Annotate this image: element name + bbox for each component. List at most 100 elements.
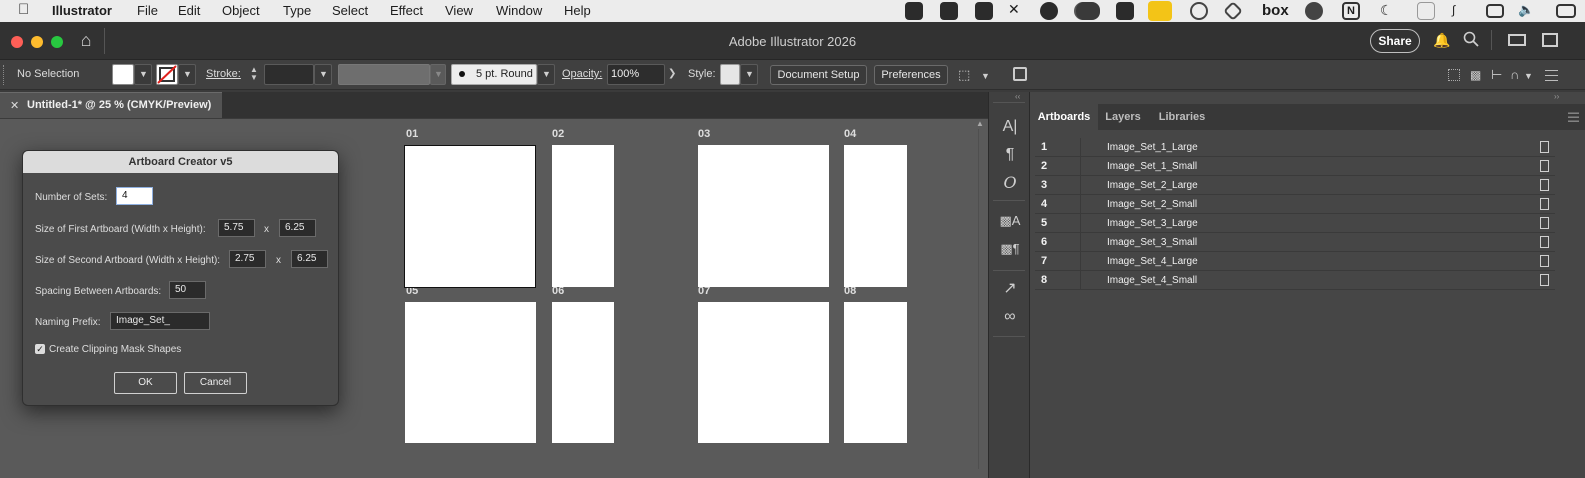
battery-icon[interactable] [1556,4,1576,18]
paragraph-styles-icon[interactable]: ▩¶ [999,238,1021,260]
second-width-input[interactable]: 2.75 [229,250,266,268]
bell-icon[interactable]: 🔔 [1433,32,1450,49]
style-dropdown[interactable]: ▼ [740,64,758,85]
menu-select[interactable]: Select [332,3,368,18]
highlighted-tray-icon[interactable] [1148,1,1172,21]
transform-icon[interactable]: ▩ [1470,68,1481,82]
stroke-weight-input[interactable] [264,64,314,85]
apple-icon[interactable]:  [18,1,29,18]
opacity-arrow-icon[interactable]: ❯ [668,68,676,79]
artboard-options-icon[interactable] [1540,160,1549,172]
stroke-stepper[interactable]: ▲ ▼ [250,66,258,82]
panel-menu-icon[interactable]: ― ― ― [1568,108,1579,127]
brush-dropdown[interactable]: ▼ [537,64,555,85]
artboard-options-icon[interactable] [1540,141,1549,153]
ok-button[interactable]: OK [114,372,177,394]
cancel-button[interactable]: Cancel [184,372,247,394]
cloud-icon[interactable] [1076,2,1100,20]
menu-window[interactable]: Window [496,3,542,18]
rings-icon[interactable] [1190,2,1208,20]
menu-type[interactable]: Type [283,3,311,18]
figma-icon[interactable] [940,2,958,20]
record-icon[interactable] [1305,2,1323,20]
list-item[interactable]: 3 Image_Set_2_Large [1035,176,1555,195]
grammarly-icon[interactable] [1116,2,1134,20]
artboard[interactable] [404,145,536,288]
preferences-button[interactable]: Preferences [874,65,948,85]
stroke-label[interactable]: Stroke: [206,68,241,80]
artboard-options-icon[interactable] [1540,255,1549,267]
artboard-options-icon[interactable] [1540,179,1549,191]
fill-dropdown[interactable]: ▼ [134,64,152,85]
menu-object[interactable]: Object [222,3,260,18]
menu-effect[interactable]: Effect [390,3,423,18]
collapse-icon[interactable]: ‹‹ [1015,92,1020,101]
artboard[interactable] [698,302,829,443]
drive-icon[interactable] [975,2,993,20]
magnet-icon[interactable]: ∩ [1510,67,1519,82]
artboard[interactable] [552,145,614,287]
first-height-input[interactable]: 6.25 [279,219,316,237]
style-swatch[interactable] [720,64,740,85]
quick-actions-dropdown-icon[interactable]: ▼ [981,71,990,81]
artboard-options-icon[interactable] [1540,217,1549,229]
artboard-options-icon[interactable] [1540,236,1549,248]
artboard[interactable] [844,145,907,287]
naming-prefix-input[interactable]: Image_Set_ [110,312,210,330]
list-item[interactable]: 2 Image_Set_1_Small [1035,157,1555,176]
opacity-input[interactable]: 100% [607,64,665,85]
grip-icon[interactable] [3,65,6,85]
menu-icon[interactable]: ― ― ― [1545,63,1558,86]
export-icon[interactable] [1013,67,1027,81]
panel-toggle-icon[interactable] [1542,33,1558,47]
window-icon[interactable] [1417,2,1435,20]
tab-artboards[interactable]: Artboards [1030,104,1098,130]
list-item[interactable]: 4 Image_Set_2_Small [1035,195,1555,214]
artboard[interactable] [552,302,614,443]
quick-actions-icon[interactable]: ⬚ [958,67,970,83]
fill-swatch[interactable] [112,64,134,85]
document-setup-button[interactable]: Document Setup [770,65,867,85]
snap-dropdown-icon[interactable]: ▼ [1524,71,1533,81]
second-height-input[interactable]: 6.25 [291,250,328,268]
menu-app-name[interactable]: Illustrator [52,3,112,18]
menu-view[interactable]: View [445,3,473,18]
snap-icon[interactable]: ⊢ [1491,67,1502,83]
workspace-icon[interactable] [1508,34,1526,46]
first-width-input[interactable]: 5.75 [218,219,255,237]
stroke-weight-dropdown[interactable]: ▼ [314,64,332,85]
links-icon[interactable]: ∞ [999,306,1021,328]
menu-help[interactable]: Help [564,3,591,18]
tab-libraries[interactable]: Libraries [1148,104,1216,130]
align-icon[interactable] [1448,69,1460,81]
vertical-scrollbar[interactable] [978,129,979,469]
list-item[interactable]: 8 Image_Set_4_Small [1035,271,1555,290]
paragraph-icon[interactable]: ¶ [999,144,1021,166]
x-icon[interactable]: ✕ [1008,1,1026,19]
export-for-screens-icon[interactable]: ↗ [999,278,1021,300]
stroke-swatch[interactable] [156,64,178,85]
artboard-options-icon[interactable] [1540,274,1549,286]
collapse-panel-icon[interactable]: ›› [1554,92,1559,101]
menu-edit[interactable]: Edit [178,3,200,18]
artboard[interactable] [405,302,536,443]
artboard[interactable] [844,302,907,443]
list-item[interactable]: 5 Image_Set_3_Large [1035,214,1555,233]
grid-dots-icon[interactable] [905,2,923,20]
stroke-dropdown[interactable]: ▼ [178,64,196,85]
artboard-options-icon[interactable] [1540,198,1549,210]
variable-width-profile[interactable] [338,64,430,85]
notion-icon[interactable]: N [1342,2,1360,20]
close-tab-icon[interactable]: ✕ [10,99,19,112]
number-of-sets-input[interactable]: 4 [116,187,153,205]
share-button[interactable]: Share [1370,29,1420,53]
box-icon[interactable]: box [1262,2,1289,19]
spacing-input[interactable]: 50 [169,281,206,299]
diamond-icon[interactable] [1223,1,1243,21]
list-item[interactable]: 1 Image_Set_1_Large [1035,138,1555,157]
clipping-mask-checkbox[interactable]: ✓ [35,344,45,354]
scroll-up-icon[interactable]: ▲ [976,119,988,128]
brush-definition[interactable]: 5 pt. Round [451,64,537,85]
keyboard-icon[interactable] [1486,4,1504,18]
artboard[interactable] [698,145,829,287]
